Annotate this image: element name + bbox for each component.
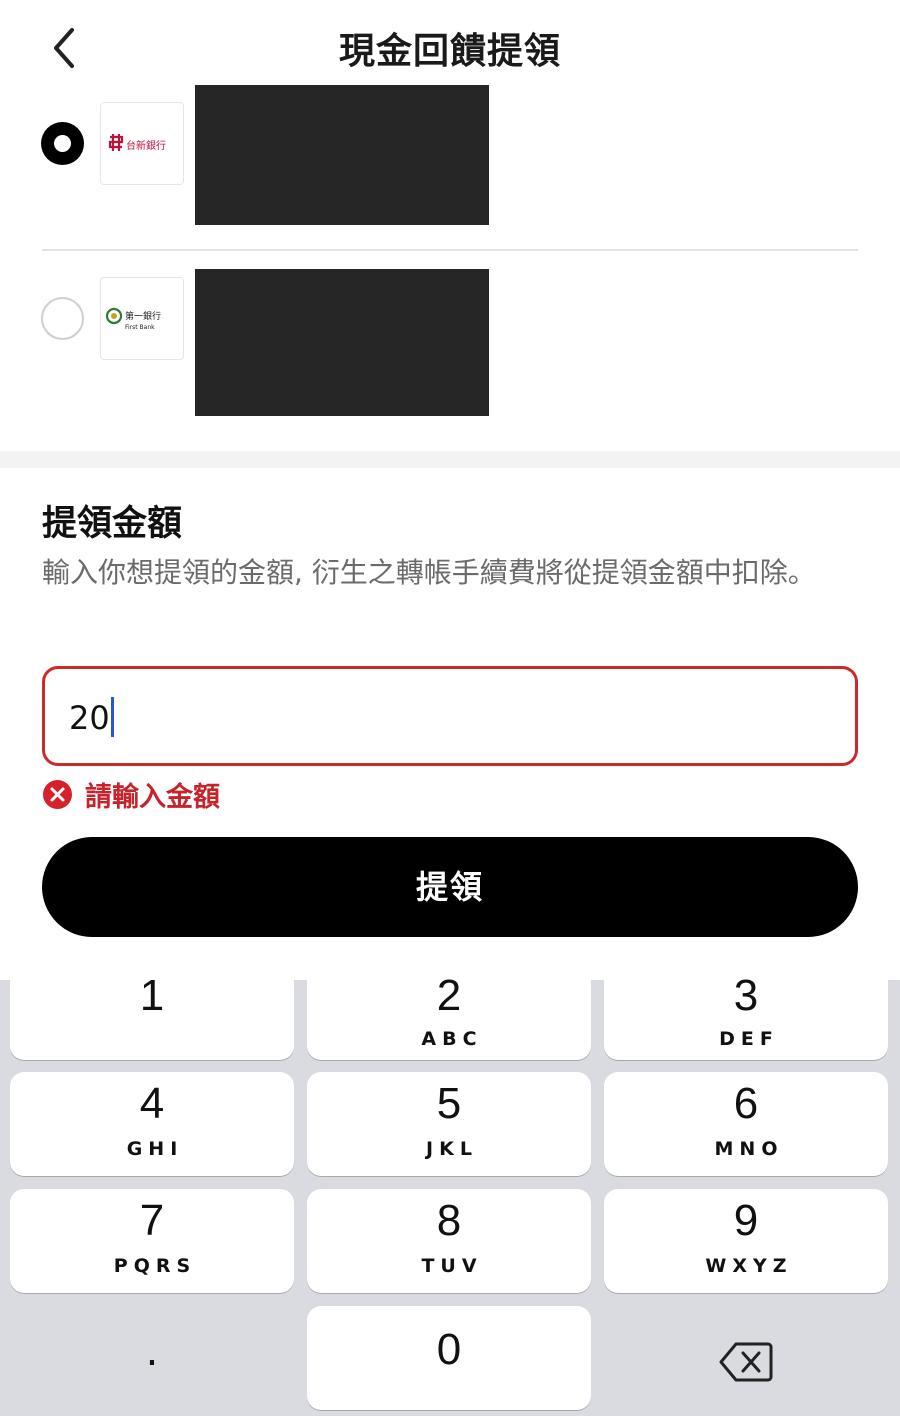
key-9[interactable]: 9 WXYZ <box>604 1189 888 1293</box>
amount-input[interactable]: 20 <box>42 666 858 766</box>
key-digit: 7 <box>139 1196 165 1245</box>
withdraw-page: 現金回饋提領 台新銀行 第一銀行 First Bank 提領金額 輸入你想提領的… <box>0 0 900 1416</box>
backspace-icon <box>719 1342 773 1382</box>
key-4[interactable]: 4 GHI <box>10 1072 294 1176</box>
key-2[interactable]: 2 ABC <box>307 974 591 1060</box>
section-separator <box>0 451 900 468</box>
key-letters: JKL <box>426 1138 478 1160</box>
firstbank-logo-icon: 第一銀行 First Bank <box>105 307 161 331</box>
key-letters: TUV <box>421 1255 483 1277</box>
key-digit: 4 <box>139 1079 165 1128</box>
amount-section-title: 提領金額 <box>42 504 183 544</box>
key-digit: 6 <box>733 1079 759 1128</box>
key-8[interactable]: 8 TUV <box>307 1189 591 1293</box>
redacted-account-info <box>195 269 489 416</box>
key-letters: GHI <box>126 1138 184 1160</box>
error-text: 請輸入金額 <box>85 781 220 813</box>
key-3[interactable]: 3 DEF <box>604 974 888 1060</box>
error-message: 請輸入金額 <box>42 777 220 813</box>
key-letters: MNO <box>714 1138 784 1160</box>
key-5[interactable]: 5 JKL <box>307 1072 591 1176</box>
bank-radio-firstbank[interactable] <box>41 297 84 340</box>
key-digit: 2 <box>436 971 462 1020</box>
key-digit: 0 <box>436 1325 462 1374</box>
key-digit: 9 <box>733 1196 759 1245</box>
firstbank-logo-text: 第一銀行 <box>125 310 161 322</box>
numeric-keypad: 1 2 ABC 3 DEF 4 GHI 5 JKL 6 MNO 7 PQRS 8 <box>0 974 900 1416</box>
text-caret <box>110 697 114 737</box>
key-letters: DEF <box>719 1028 779 1050</box>
taishin-logo-icon: 台新銀行 <box>108 133 166 152</box>
withdraw-button[interactable]: 提領 <box>42 837 858 937</box>
key-0[interactable]: 0 <box>307 1306 591 1410</box>
bank-logo-firstbank: 第一銀行 First Bank <box>100 277 184 360</box>
key-letters: WXYZ <box>705 1255 793 1277</box>
key-decimal[interactable]: . <box>10 1322 294 1402</box>
bank-radio-taishin[interactable] <box>41 122 84 165</box>
key-digit: 8 <box>436 1196 462 1245</box>
amount-description: 輸入你想提領的金額, 衍生之轉帳手續費將從提領金額中扣除。 <box>42 556 816 589</box>
key-7[interactable]: 7 PQRS <box>10 1189 294 1293</box>
page-title: 現金回饋提領 <box>338 31 561 72</box>
key-digit: 1 <box>139 971 165 1020</box>
header: 現金回饋提領 <box>0 0 900 95</box>
key-letters: PQRS <box>113 1255 197 1277</box>
key-letters: ABC <box>421 1028 483 1050</box>
key-1[interactable]: 1 <box>10 974 294 1060</box>
redacted-account-info <box>195 85 489 225</box>
key-digit: 5 <box>436 1079 462 1128</box>
key-digit: 3 <box>733 971 759 1020</box>
firstbank-logo-subtext: First Bank <box>125 324 155 331</box>
amount-value-text: 20 <box>69 699 110 737</box>
bank-logo-taishin: 台新銀行 <box>100 102 184 185</box>
error-icon <box>43 779 72 809</box>
taishin-logo-text: 台新銀行 <box>126 139 166 152</box>
delete-key[interactable] <box>604 1322 888 1402</box>
key-6[interactable]: 6 MNO <box>604 1072 888 1176</box>
amount-input-value: 20 <box>69 697 114 737</box>
divider <box>42 249 858 251</box>
